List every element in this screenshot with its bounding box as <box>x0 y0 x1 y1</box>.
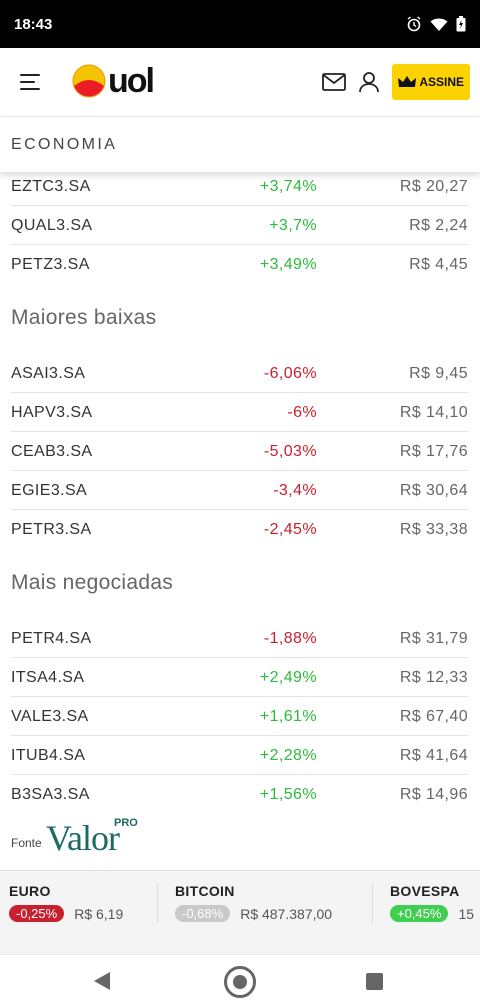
stock-row[interactable]: ITUB4.SA +2,28% R$ 41,64 <box>0 736 480 775</box>
ticker-item-euro[interactable]: EURO -0,25% R$ 6,19 <box>9 883 123 922</box>
stock-symbol: HAPV3.SA <box>11 403 93 421</box>
stock-row[interactable]: CEAB3.SA -5,03% R$ 17,76 <box>0 432 480 471</box>
valor-pro-badge: PRO <box>114 817 138 829</box>
ticker-value: R$ 6,19 <box>74 905 124 922</box>
ticker-change-badge: -0,68% <box>175 905 231 922</box>
status-time: 18:43 <box>14 15 53 33</box>
stock-row[interactable]: QUAL3.SA +3,7% R$ 2,24 <box>0 206 480 245</box>
stock-change: -3,4% <box>273 481 317 499</box>
stock-price: R$ 33,38 <box>399 520 468 538</box>
stock-symbol: QUAL3.SA <box>11 216 93 234</box>
logo-sun-icon <box>72 64 106 98</box>
status-bar: 18:43 <box>0 0 480 48</box>
stock-price: R$ 9,45 <box>409 364 468 382</box>
crown-icon <box>398 76 417 87</box>
ticker-divider <box>157 883 158 923</box>
stock-row[interactable]: B3SA3.SA +1,56% R$ 14,96 <box>0 775 480 814</box>
stock-change: -1,88% <box>263 629 317 647</box>
stock-row[interactable]: ASAI3.SA -6,06% R$ 9,45 <box>0 354 480 393</box>
stock-price: R$ 20,27 <box>399 177 468 195</box>
stock-change: +2,49% <box>259 668 317 686</box>
status-icons <box>406 16 466 32</box>
stock-symbol: EGIE3.SA <box>11 481 88 499</box>
ticker-value: 15 <box>458 905 475 922</box>
losers-title: Maiores baixas <box>11 306 157 329</box>
stock-row[interactable]: PETR4.SA -1,88% R$ 31,79 <box>0 619 480 658</box>
ticker-change-badge: -0,25% <box>9 905 65 922</box>
stock-price: R$ 41,64 <box>399 746 468 764</box>
stock-row[interactable]: VALE3.SA +1,61% R$ 67,40 <box>0 697 480 736</box>
uol-logo[interactable]: uol <box>72 62 155 100</box>
stock-price: R$ 17,76 <box>399 442 468 460</box>
stock-row[interactable]: HAPV3.SA -6% R$ 14,10 <box>0 393 480 432</box>
wifi-icon <box>430 18 448 31</box>
stock-change: +3,74% <box>259 177 317 195</box>
ticker-name: EURO <box>9 883 51 899</box>
stock-symbol: PETR3.SA <box>11 520 92 538</box>
stock-change: +2,28% <box>259 746 317 764</box>
source-label: Fonte <box>11 836 42 850</box>
stock-change: +1,56% <box>259 785 317 803</box>
stock-price: R$ 31,79 <box>399 629 468 647</box>
stock-change: +3,7% <box>269 216 317 234</box>
stock-price: R$ 67,40 <box>399 707 468 725</box>
stock-symbol: ASAI3.SA <box>11 364 86 382</box>
stock-change: -6% <box>287 403 317 421</box>
stock-symbol: VALE3.SA <box>11 707 89 725</box>
ticker-item-bovespa[interactable]: BOVESPA +0,45% 15 <box>390 883 474 922</box>
stock-price: R$ 12,33 <box>399 668 468 686</box>
stock-price: R$ 14,96 <box>399 785 468 803</box>
back-icon[interactable] <box>94 972 110 990</box>
ticker-name: BITCOIN <box>175 883 235 899</box>
stock-change: -2,45% <box>263 520 317 538</box>
stock-price: R$ 2,24 <box>409 216 468 234</box>
stock-row[interactable]: ITSA4.SA +2,49% R$ 12,33 <box>0 658 480 697</box>
stock-symbol: CEAB3.SA <box>11 442 93 460</box>
stock-price: R$ 30,64 <box>399 481 468 499</box>
stock-symbol: ITUB4.SA <box>11 746 86 764</box>
most-traded-title: Mais negociadas <box>11 571 174 594</box>
stock-price: R$ 14,10 <box>399 403 468 421</box>
stock-symbol: B3SA3.SA <box>11 785 90 803</box>
ticker-divider <box>372 883 373 923</box>
market-content[interactable]: EZTC3.SA +3,74% R$ 20,27 QUAL3.SA +3,7% … <box>0 172 480 870</box>
stock-change: +1,61% <box>259 707 317 725</box>
stock-row[interactable]: EZTC3.SA +3,74% R$ 20,27 <box>0 172 480 206</box>
recents-icon[interactable] <box>366 973 383 990</box>
stock-symbol: ITSA4.SA <box>11 668 85 686</box>
stock-change: -6,06% <box>263 364 317 382</box>
logo-text: uol <box>108 62 155 100</box>
alarm-icon <box>407 16 421 32</box>
menu-icon[interactable] <box>20 74 40 90</box>
app-header: uol ASSINE <box>0 48 480 116</box>
stock-row[interactable]: PETR3.SA -2,45% R$ 33,38 <box>0 510 480 549</box>
ticker-item-bitcoin[interactable]: BITCOIN -0,68% R$ 487.387,00 <box>175 883 332 922</box>
valor-logo[interactable]: Valor <box>46 817 120 859</box>
stock-change: +3,49% <box>259 255 317 273</box>
subscribe-button[interactable]: ASSINE <box>392 64 470 100</box>
stock-symbol: PETZ3.SA <box>11 255 90 273</box>
stock-row[interactable]: PETZ3.SA +3,49% R$ 4,45 <box>0 245 480 284</box>
ticker-value: R$ 487.387,00 <box>240 905 333 922</box>
battery-icon <box>456 16 466 32</box>
subscribe-label: ASSINE <box>419 75 464 89</box>
stock-symbol: EZTC3.SA <box>11 177 91 195</box>
user-icon[interactable] <box>358 71 380 93</box>
section-header: ECONOMIA <box>0 116 480 172</box>
stock-row[interactable]: EGIE3.SA -3,4% R$ 30,64 <box>0 471 480 510</box>
home-icon[interactable] <box>224 966 256 998</box>
stock-price: R$ 4,45 <box>409 255 468 273</box>
market-ticker[interactable]: EURO -0,25% R$ 6,19 BITCOIN -0,68% R$ 48… <box>0 870 480 954</box>
mail-icon[interactable] <box>322 73 347 91</box>
ticker-change-badge: +0,45% <box>390 905 449 922</box>
ticker-name: BOVESPA <box>390 883 460 899</box>
stock-symbol: PETR4.SA <box>11 629 92 647</box>
system-nav-bar <box>0 954 480 1008</box>
stock-change: -5,03% <box>263 442 317 460</box>
section-title: ECONOMIA <box>11 135 118 153</box>
